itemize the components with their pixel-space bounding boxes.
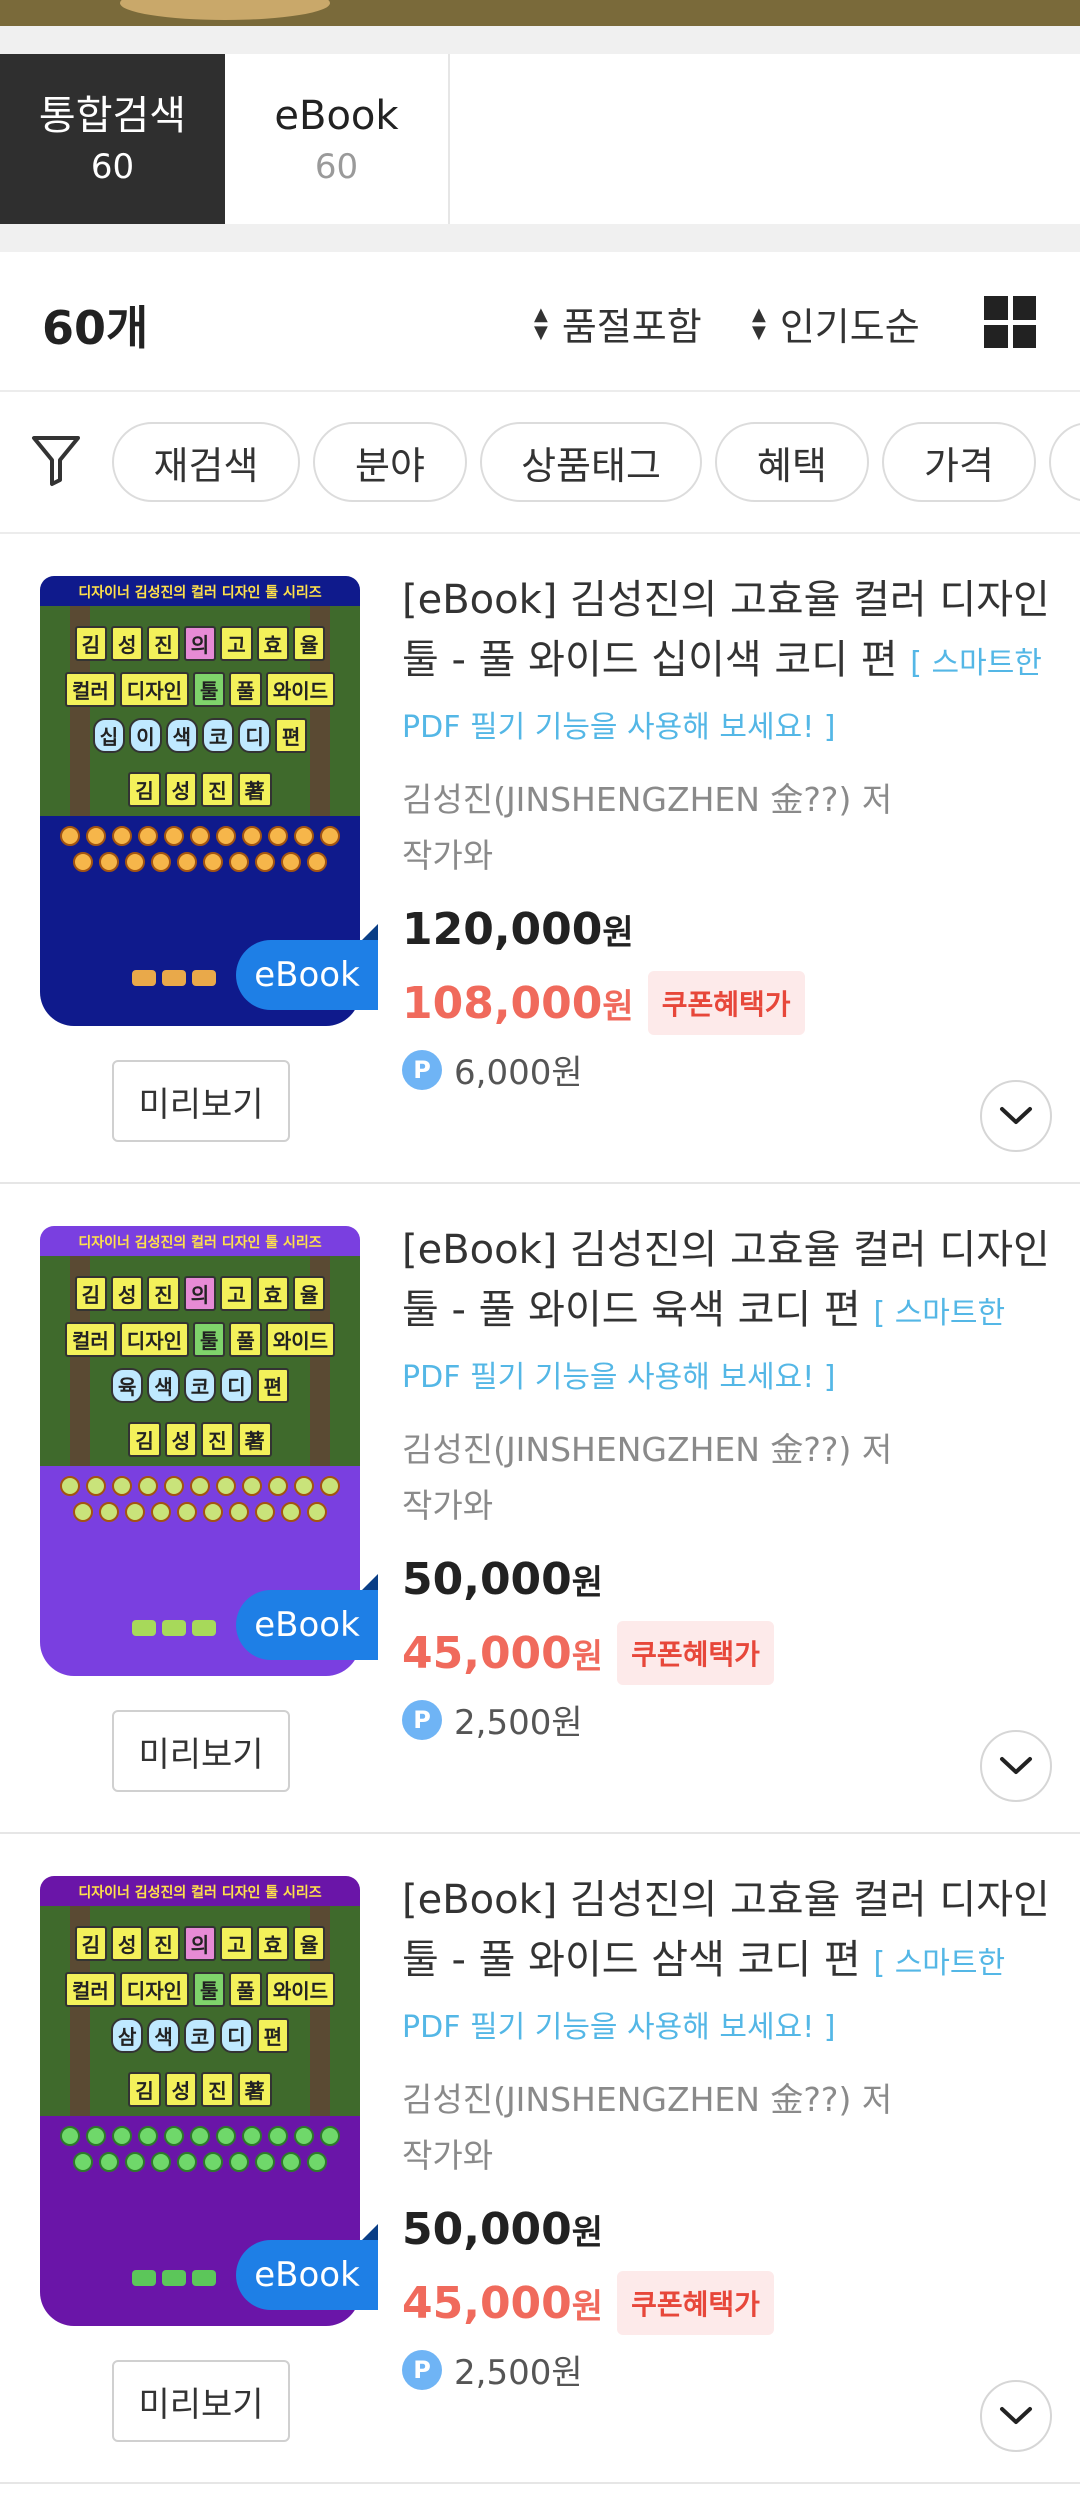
tab-label: eBook [274,93,399,139]
tab-label: 통합검색 [38,93,187,139]
tab-ebook[interactable]: eBook 60 [225,54,450,224]
coupon-badge: 쿠폰혜택가 [617,1621,774,1685]
filter-bar: 재검색 분야 상품태그 혜택 가격 [0,392,1080,534]
filter-icon[interactable] [30,432,82,488]
cover-series-text: 디자이너 김성진의 컬러 디자인 툴 시리즈 [78,585,322,601]
cover-series-text: 디자이너 김성진의 컬러 디자인 툴 시리즈 [78,1235,322,1251]
cover-series-text: 디자이너 김성진의 컬러 디자인 툴 시리즈 [78,1885,322,1901]
sale-price: 45,000원 [402,1627,604,1679]
top-banner-image [0,0,1080,26]
item-title[interactable]: [eBook] 김성진의 고효율 컬러 디자인 툴 - 풀 와이드 육색 코디 … [402,1220,1052,1408]
item-author: 김성진(JINSHENGZHEN 金??) 저 작가와 [402,1430,893,1525]
item-info: [eBook] 김성진의 고효율 컬러 디자인 툴 - 풀 와이드 십이색 코디… [402,570,1052,1094]
sale-price-row: 45,000원 쿠폰혜택가 [402,1621,1052,1685]
list-price: 50,000원 [402,1554,604,1605]
filter-chip-category[interactable]: 분야 [313,422,467,502]
filter-chip-more[interactable] [1049,422,1080,502]
list-item[interactable]: 디자이너 김성진의 컬러 디자인 툴 시리즈 김성진의고효율 컬러 디자인 툴 풀 와이… [0,1834,1080,2484]
list-item[interactable]: 디자이너 김성진의 컬러 디자인 툴 시리즈 김성진의고효율 컬러 디자인 툴 풀 와이… [0,534,1080,1184]
tab-count: 60 [90,147,135,187]
list-price: 120,000원 [402,904,634,955]
points-row: P 2,500원 [402,1695,1052,1744]
ebook-badge: eBook [236,2224,378,2310]
expand-chevron-button[interactable] [980,2380,1052,2452]
list-price: 50,000원 [402,2204,604,2255]
filter-chip-research[interactable]: 재검색 [112,422,300,502]
sort-arrows-icon: ▲ ▼ [752,303,766,343]
point-icon: P [402,1049,442,1090]
preview-button[interactable]: 미리보기 [112,1060,290,1142]
sort-soldout-button[interactable]: ▲ ▼ 품절포함 [534,296,702,351]
coupon-badge: 쿠폰혜택가 [647,971,805,1035]
result-toolbar: 60개 ▲ ▼ 품절포함 ▲ ▼ 인기도순 [0,252,1080,392]
preview-button[interactable]: 미리보기 [112,1710,290,1792]
item-title[interactable]: [eBook] 김성진의 고효율 컬러 디자인 툴 - 풀 와이드 삼색 코디 … [402,1870,1052,2058]
filter-chip-price[interactable]: 가격 [882,422,1036,502]
sale-price-row: 45,000원 쿠폰혜택가 [402,2271,1052,2335]
sort-label: 품절포함 [561,305,702,349]
item-author: 김성진(JINSHENGZHEN 金??) 저 작가와 [402,780,893,875]
ebook-badge: eBook [236,924,378,1010]
points-row: P 6,000원 [402,1045,1052,1094]
tab-count: 60 [314,147,359,187]
item-info: [eBook] 김성진의 고효율 컬러 디자인 툴 - 풀 와이드 삼색 코디 … [402,1870,1052,2394]
point-icon: P [402,2349,442,2390]
divider [0,224,1080,252]
ebook-badge: eBook [236,1574,378,1660]
chevron-down-icon [1000,2407,1032,2424]
sale-price-row: 108,000원 쿠폰혜택가 [402,971,1052,1035]
divider [0,26,1080,54]
sort-label: 인기도순 [779,305,920,349]
sale-price: 108,000원 [402,977,634,1029]
coupon-badge: 쿠폰혜택가 [617,2271,774,2335]
points-row: P 2,500원 [402,2345,1052,2394]
expand-chevron-button[interactable] [980,1730,1052,1802]
expand-chevron-button[interactable] [980,1080,1052,1152]
tab-integrated-search[interactable]: 통합검색 60 [0,54,225,224]
sale-price: 45,000원 [402,2277,604,2329]
search-tabs: 통합검색 60 eBook 60 [0,54,1080,224]
chevron-down-icon [1000,1757,1032,1774]
sort-arrows-icon: ▲ ▼ [534,303,548,343]
grid-view-icon[interactable] [984,296,1036,348]
chevron-down-icon [1000,1107,1032,1124]
list-item[interactable]: 디자이너 김성진의 컬러 디자인 툴 시리즈 김성진의고효율 컬러 디자인 툴 풀 와이… [0,1184,1080,1834]
result-count: 60개 [42,301,149,355]
item-info: [eBook] 김성진의 고효율 컬러 디자인 툴 - 풀 와이드 육색 코디 … [402,1220,1052,1744]
filter-chip-benefit[interactable]: 혜택 [715,422,869,502]
point-icon: P [402,1699,442,1740]
item-title[interactable]: [eBook] 김성진의 고효율 컬러 디자인 툴 - 풀 와이드 십이색 코디… [402,570,1052,758]
sort-popularity-button[interactable]: ▲ ▼ 인기도순 [752,296,920,351]
preview-button[interactable]: 미리보기 [112,2360,290,2442]
item-author: 김성진(JINSHENGZHEN 金??) 저 작가와 [402,2080,893,2175]
filter-chip-tag[interactable]: 상품태그 [480,422,702,502]
